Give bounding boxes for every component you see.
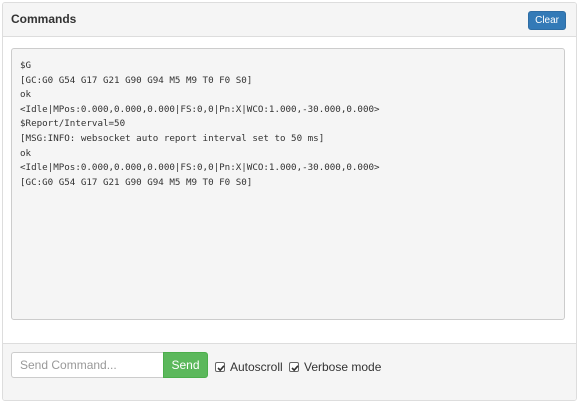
verbose-check-icon[interactable] [289, 362, 299, 372]
panel-heading: Commands Clear [3, 3, 576, 37]
send-button[interactable]: Send [163, 352, 208, 378]
verbose-mode-checkbox[interactable]: Verbose mode [289, 360, 381, 374]
autoscroll-label: Autoscroll [230, 360, 283, 374]
panel-title: Commands [11, 12, 77, 26]
autoscroll-checkbox[interactable]: Autoscroll [215, 360, 283, 374]
console-line: $G [20, 60, 32, 71]
panel-footer: Send Autoscroll Verbose mode [3, 343, 576, 400]
clear-button[interactable]: Clear [528, 11, 566, 30]
console-line: [GC:G0 G54 G17 G21 G90 G94 M5 M9 T0 F0 S… [20, 176, 253, 188]
console-line: ok [20, 89, 32, 101]
console-line: <Idle|MPos:0.000,0.000,0.000|FS:0,0|Pn:X… [20, 103, 380, 115]
commands-panel: Commands Clear $G [GC:G0 G54 G17 G21 G90… [2, 2, 577, 401]
verbose-mode-label: Verbose mode [304, 360, 382, 374]
console-line: [GC:G0 G54 G17 G21 G90 G94 M5 M9 T0 F0 S… [20, 74, 253, 86]
autoscroll-check-icon[interactable] [215, 362, 225, 372]
console-line: $Report/Interval=50 [20, 118, 126, 130]
send-command-input[interactable] [11, 352, 164, 378]
console-line: ok [20, 147, 32, 159]
console-line: [MSG:INFO: websocket auto report interva… [20, 132, 325, 144]
command-output-console[interactable]: $G [GC:G0 G54 G17 G21 G90 G94 M5 M9 T0 F… [11, 48, 565, 320]
console-line: <Idle|MPos:0.000,0.000,0.000|FS:0,0|Pn:X… [20, 162, 380, 174]
